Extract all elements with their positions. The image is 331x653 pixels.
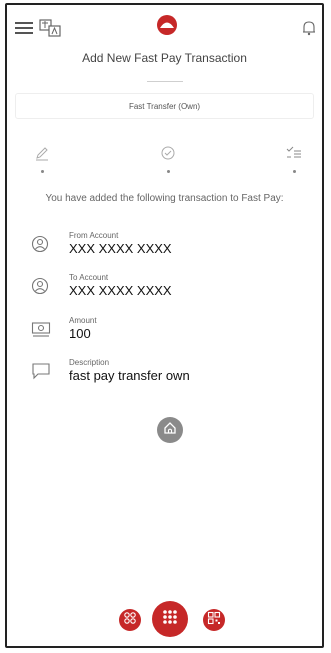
money-icon <box>31 320 51 340</box>
chat-bubble-icon <box>31 362 51 382</box>
hamburger-menu-icon[interactable] <box>15 19 33 37</box>
detail-label: Amount <box>69 316 97 325</box>
confirmation-message: You have added the following transaction… <box>45 193 284 204</box>
pencil-icon <box>34 147 50 165</box>
header: Add New Fast Pay Transaction <box>7 5 322 97</box>
bell-icon[interactable] <box>301 19 317 37</box>
user-circle-icon <box>31 277 51 297</box>
step-dot <box>166 170 170 173</box>
detail-amount: Amount 100 <box>31 316 310 356</box>
detail-value: fast pay transfer own <box>69 368 190 383</box>
app-frame: Add New Fast Pay Transaction Fast Transf… <box>5 3 324 648</box>
nav-main-menu-button[interactable] <box>152 601 188 637</box>
step-dot <box>40 170 44 173</box>
bottom-navigation <box>7 599 322 643</box>
nav-qr-button[interactable] <box>203 609 225 631</box>
home-button[interactable] <box>157 417 183 443</box>
detail-from-account: From Account XXX XXXX XXXX <box>31 231 310 271</box>
step-confirm <box>153 145 183 173</box>
detail-description: Description fast pay transfer own <box>31 358 310 398</box>
step-edit <box>27 145 57 173</box>
check-badge-icon <box>160 146 176 165</box>
detail-value: 100 <box>69 326 91 341</box>
page-title: Add New Fast Pay Transaction <box>82 51 247 65</box>
grid-menu-icon <box>161 608 179 631</box>
home-icon <box>163 421 177 440</box>
detail-value: XXX XXXX XXXX <box>69 283 172 298</box>
brand-logo <box>156 14 178 36</box>
detail-to-account: To Account XXX XXXX XXXX <box>31 273 310 313</box>
user-circle-icon <box>31 235 51 255</box>
progress-steps <box>7 145 322 185</box>
detail-label: Description <box>69 358 110 367</box>
translate-icon[interactable] <box>39 18 61 38</box>
detail-label: From Account <box>69 231 119 240</box>
step-done <box>279 145 309 173</box>
qr-code-icon <box>207 611 221 630</box>
detail-label: To Account <box>69 273 109 282</box>
list-check-icon <box>285 146 303 165</box>
title-divider <box>147 81 183 82</box>
nav-apps-button[interactable] <box>119 609 141 631</box>
detail-value: XXX XXXX XXXX <box>69 241 172 256</box>
apps-icon <box>123 611 137 630</box>
step-dot <box>292 170 296 173</box>
transaction-type-badge: Fast Transfer (Own) <box>15 93 314 119</box>
